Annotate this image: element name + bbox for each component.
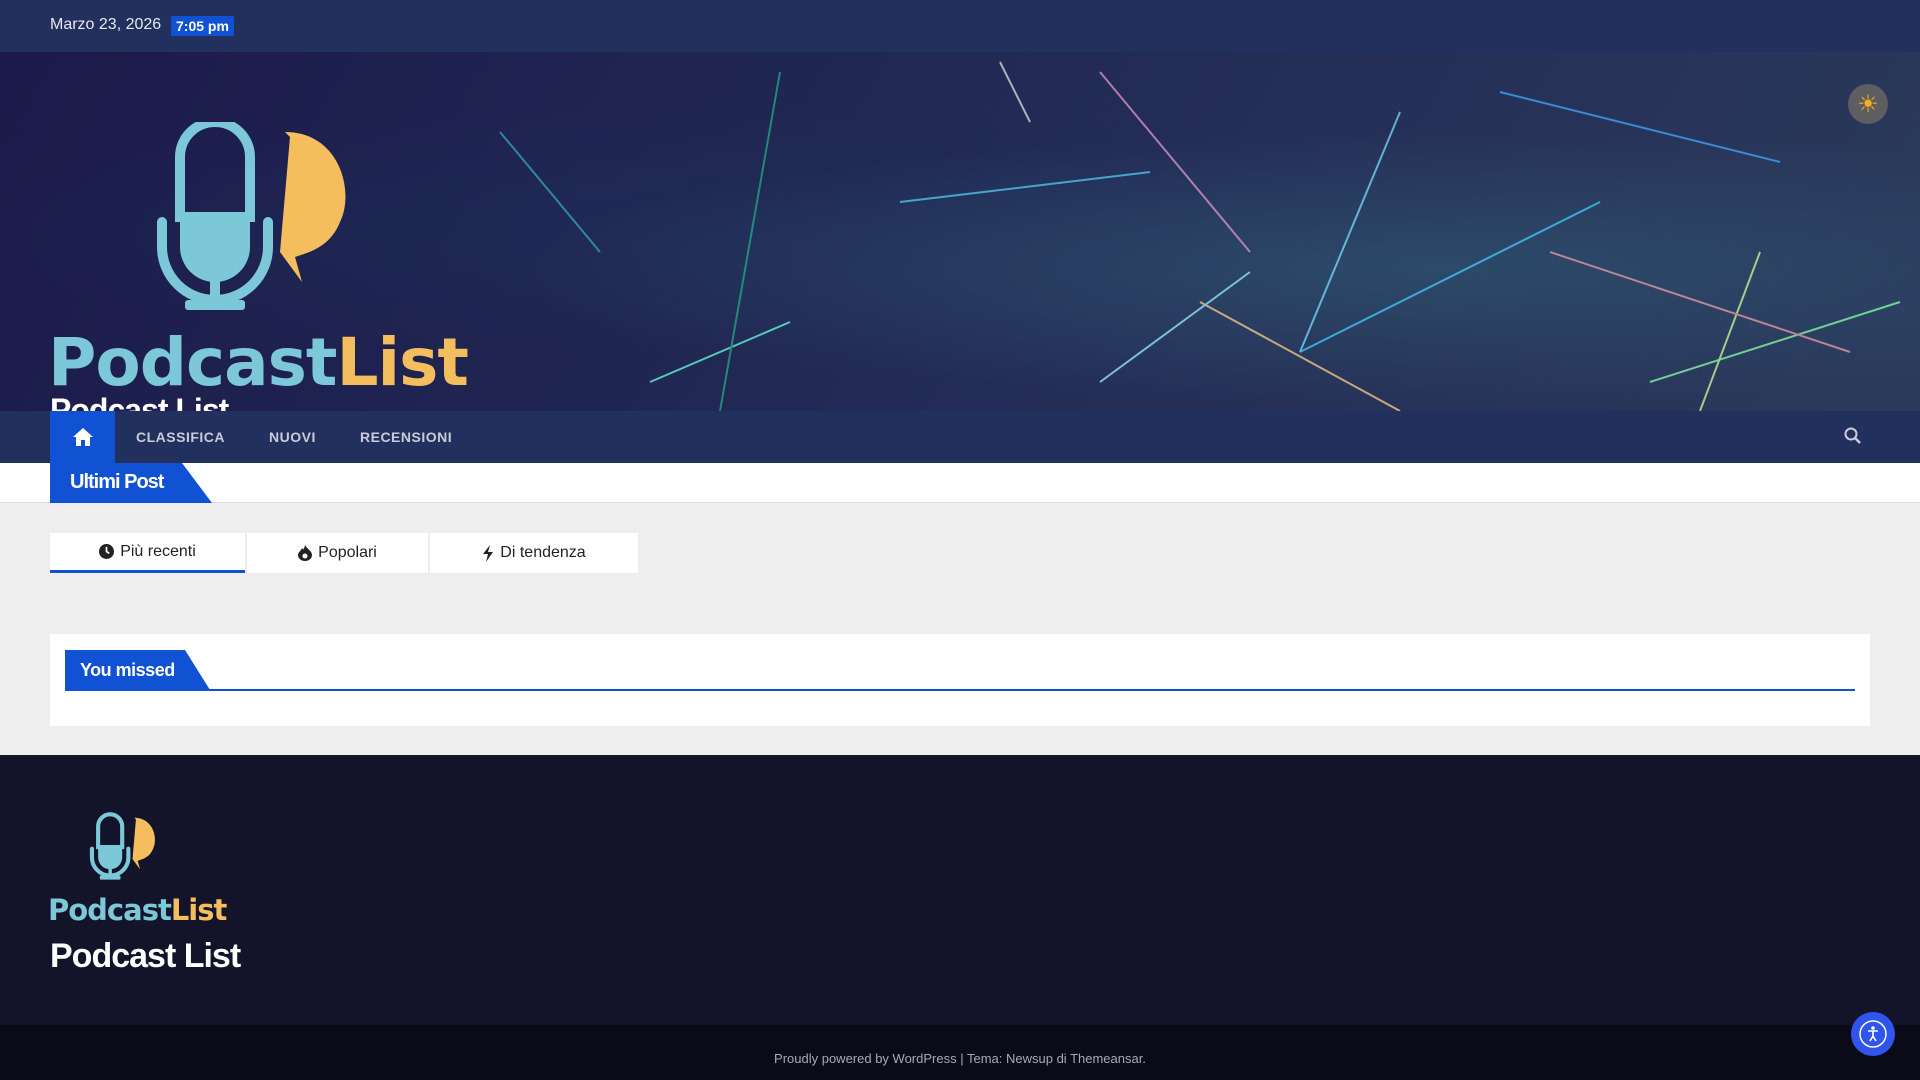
site-header: ☀ PodcastList Podcast List <box>0 52 1920 411</box>
ticker-label: Ultimi Post <box>50 463 212 503</box>
nav-item-recensioni[interactable]: RECENSIONI <box>360 429 452 445</box>
sun-icon: ☀ <box>1857 90 1879 118</box>
nav-item-nuovi[interactable]: NUOVI <box>269 429 316 445</box>
tab-label: Di tendenza <box>500 544 586 561</box>
you-missed-section: You missed <box>50 634 1870 726</box>
current-time: 7:05 pm <box>171 16 234 36</box>
tab-label: Più recenti <box>120 542 196 560</box>
theme-toggle-button[interactable]: ☀ <box>1848 84 1888 124</box>
current-date: Marzo 23, 2026 <box>50 16 162 33</box>
clock-icon <box>99 544 115 559</box>
site-title[interactable]: Podcast List <box>50 392 229 411</box>
fire-icon <box>298 545 313 561</box>
author-link[interactable]: Themeansar. <box>1070 1051 1146 1066</box>
search-icon[interactable] <box>1844 427 1862 445</box>
footer-site-title[interactable]: Podcast List <box>50 937 241 976</box>
tab-popular[interactable]: Popolari <box>247 533 428 573</box>
footer-logo <box>89 812 156 880</box>
main-navigation: CLASSIFICA NUOVI RECENSIONI <box>0 411 1920 463</box>
tab-recent[interactable]: Più recenti <box>50 533 245 573</box>
accessibility-icon <box>1859 1020 1887 1048</box>
home-icon <box>72 428 93 446</box>
latest-posts-ticker: Ultimi Post <box>0 463 1920 503</box>
bolt-icon <box>483 544 494 562</box>
tab-label: Popolari <box>318 544 377 561</box>
post-tabs: Più recenti Popolari Di tendenza <box>50 533 638 573</box>
tab-trending[interactable]: Di tendenza <box>430 533 638 573</box>
footer-logo-wordmark: PodcastList <box>48 893 227 927</box>
theme-link[interactable]: Newsup <box>1006 1051 1053 1066</box>
top-bar: Marzo 23, 2026 7:05 pm <box>0 0 1920 52</box>
home-button[interactable] <box>50 411 115 463</box>
podcast-list-logo <box>157 122 346 310</box>
section-divider <box>65 689 1855 691</box>
by-text: di <box>1052 1051 1071 1066</box>
footer: PodcastList Podcast List <box>0 755 1920 1025</box>
you-missed-heading: You missed <box>65 650 210 690</box>
wordpress-link[interactable]: Proudly powered by WordPress <box>774 1051 957 1066</box>
separator-text: | Tema: <box>956 1051 1006 1066</box>
logo-wordmark: PodcastList <box>48 324 469 401</box>
nav-item-classifica[interactable]: CLASSIFICA <box>136 429 225 445</box>
accessibility-button[interactable] <box>1851 1012 1895 1056</box>
copyright-bar: Proudly powered by WordPress | Tema: New… <box>0 1025 1920 1080</box>
